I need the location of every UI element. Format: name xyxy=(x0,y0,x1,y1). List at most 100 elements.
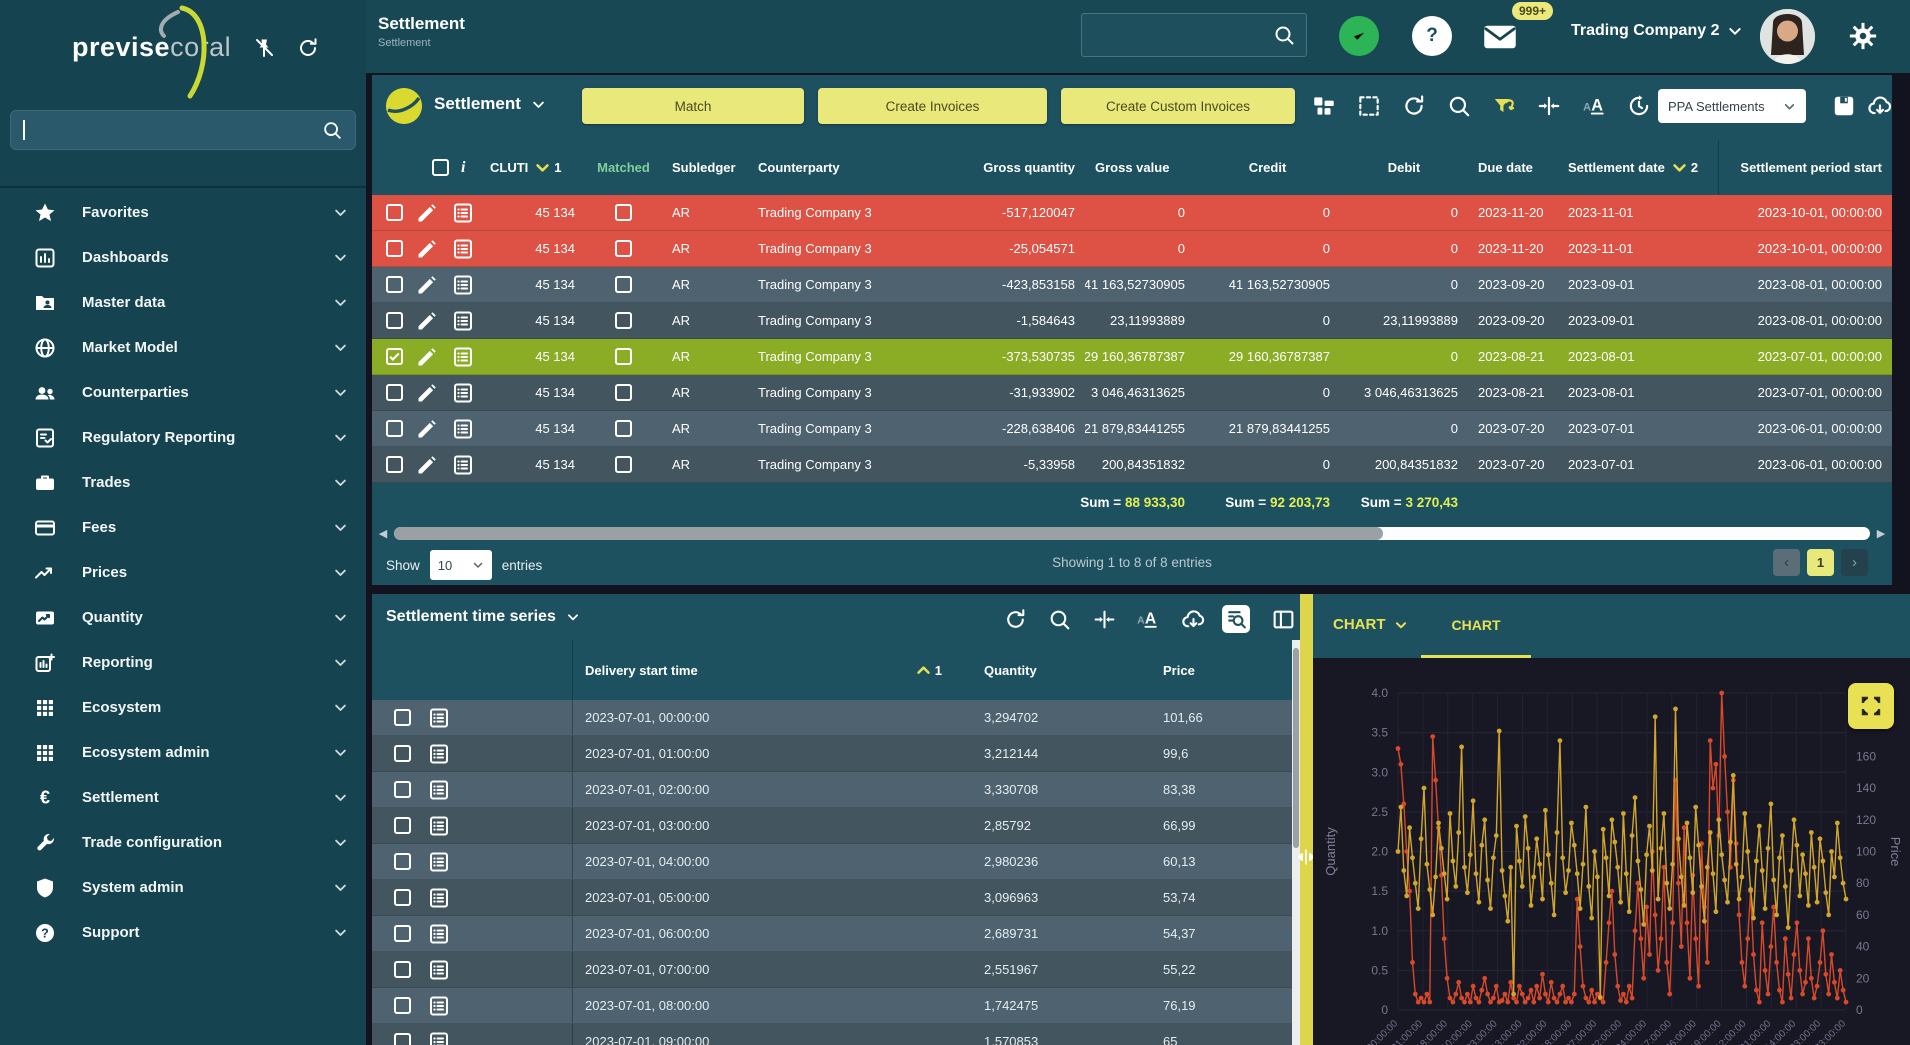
sidebar-item-quantity[interactable]: Quantity xyxy=(0,595,366,640)
row-checkbox[interactable] xyxy=(386,240,403,257)
row-checkbox[interactable] xyxy=(394,925,411,942)
details-icon[interactable] xyxy=(427,922,451,946)
current-page-button[interactable]: 1 xyxy=(1807,549,1834,576)
details-icon[interactable] xyxy=(427,814,451,838)
chart-tab[interactable]: CHART xyxy=(1421,594,1531,658)
edit-pencil-icon[interactable] xyxy=(415,453,439,477)
table-row[interactable]: 45 134ARTrading Company 3-373,53073529 1… xyxy=(372,339,1892,375)
sidebar-item-master-data[interactable]: Master data xyxy=(0,280,366,325)
font-size-icon[interactable]: AA xyxy=(1133,605,1161,633)
sidebar-item-favorites[interactable]: Favorites xyxy=(0,190,366,235)
chart-fullscreen-button[interactable] xyxy=(1848,683,1894,729)
matched-checkbox[interactable] xyxy=(615,204,632,221)
sidebar-item-system-admin[interactable]: System admin xyxy=(0,865,366,910)
edit-pencil-icon[interactable] xyxy=(415,201,439,225)
refresh-icon[interactable] xyxy=(1001,605,1029,633)
column-header-subledger[interactable]: Subledger xyxy=(662,140,748,195)
scrollbar-thumb[interactable] xyxy=(394,527,1383,540)
next-page-button[interactable]: › xyxy=(1841,549,1868,576)
timeseries-row[interactable]: 2023-07-01, 00:00:003,294702101,66 xyxy=(372,700,1300,736)
match-button[interactable]: Match xyxy=(582,88,804,124)
column-header-matched[interactable]: Matched xyxy=(585,140,662,195)
details-icon[interactable] xyxy=(427,850,451,874)
timeseries-row[interactable]: 2023-07-01, 02:00:003,33070883,38 xyxy=(372,772,1300,808)
help-button[interactable]: ? xyxy=(1412,16,1452,56)
row-checkbox[interactable] xyxy=(386,276,403,293)
matched-checkbox[interactable] xyxy=(615,420,632,437)
row-checkbox[interactable] xyxy=(394,817,411,834)
sidebar-item-ecosystem-admin[interactable]: Ecosystem admin xyxy=(0,730,366,775)
scrollbar-thumb[interactable] xyxy=(1293,648,1299,848)
column-header-gross_value[interactable]: Gross value xyxy=(1085,140,1195,195)
timeseries-row[interactable]: 2023-07-01, 08:00:001,74247576,19 xyxy=(372,988,1300,1024)
details-icon[interactable] xyxy=(451,453,475,477)
chart-type-dropdown[interactable]: CHART xyxy=(1333,616,1408,633)
sidebar-refresh-icon[interactable] xyxy=(296,36,320,60)
sort-indicator[interactable]: 1 xyxy=(534,159,561,176)
marquee-select-icon[interactable] xyxy=(1355,92,1383,120)
create-custom-invoices-button[interactable]: Create Custom Invoices xyxy=(1061,88,1295,124)
ts-column-header-price[interactable]: Price xyxy=(1102,640,1300,700)
column-header-debit[interactable]: Debit xyxy=(1340,140,1468,195)
sidebar-item-market-model[interactable]: Market Model xyxy=(0,325,366,370)
scroll-left-arrow[interactable]: ◀ xyxy=(372,527,394,540)
details-icon[interactable] xyxy=(451,309,475,333)
global-search-input[interactable] xyxy=(1081,13,1307,57)
sidebar-item-regulatory-reporting[interactable]: Regulatory Reporting xyxy=(0,415,366,460)
details-icon[interactable] xyxy=(451,381,475,405)
user-avatar[interactable] xyxy=(1760,9,1815,64)
row-checkbox[interactable] xyxy=(394,961,411,978)
details-icon[interactable] xyxy=(427,886,451,910)
edit-pencil-icon[interactable] xyxy=(415,237,439,261)
column-header-gross_quantity[interactable]: Gross quantity xyxy=(925,140,1085,195)
table-row[interactable]: 45 134ARTrading Company 3-228,63840621 8… xyxy=(372,411,1892,447)
row-checkbox[interactable] xyxy=(394,1033,411,1045)
select-all-checkbox[interactable] xyxy=(432,159,449,176)
header-select-all[interactable]: i xyxy=(372,140,480,195)
company-selector[interactable]: Trading Company 2 xyxy=(1571,22,1743,40)
edit-pencil-icon[interactable] xyxy=(415,309,439,333)
row-checkbox[interactable] xyxy=(386,456,403,473)
sidebar-search-input[interactable] xyxy=(10,110,356,150)
matched-checkbox[interactable] xyxy=(615,276,632,293)
timeseries-row[interactable]: 2023-07-01, 03:00:002,8579266,99 xyxy=(372,808,1300,844)
details-icon[interactable] xyxy=(451,273,475,297)
edit-pencil-icon[interactable] xyxy=(415,417,439,441)
matched-checkbox[interactable] xyxy=(615,456,632,473)
columns-icon[interactable] xyxy=(1310,92,1338,120)
sidebar-item-dashboards[interactable]: Dashboards xyxy=(0,235,366,280)
sidebar-item-settlement[interactable]: €Settlement xyxy=(0,775,366,820)
row-checkbox[interactable] xyxy=(394,709,411,726)
timeseries-title-dropdown[interactable]: Settlement time series xyxy=(386,608,580,626)
timeseries-row[interactable]: 2023-07-01, 04:00:002,98023660,13 xyxy=(372,844,1300,880)
matched-checkbox[interactable] xyxy=(615,312,632,329)
row-checkbox[interactable] xyxy=(386,384,403,401)
matched-checkbox[interactable] xyxy=(615,384,632,401)
sidebar-item-trades[interactable]: Trades xyxy=(0,460,366,505)
edit-pencil-icon[interactable] xyxy=(415,381,439,405)
mail-icon[interactable] xyxy=(1482,22,1518,52)
sidebar-item-counterparties[interactable]: Counterparties xyxy=(0,370,366,415)
row-checkbox[interactable] xyxy=(394,889,411,906)
ts-column-header-quantity[interactable]: Quantity xyxy=(952,640,1102,700)
column-header-period_start[interactable]: Settlement period start xyxy=(1718,140,1892,195)
table-row[interactable]: 45 134ARTrading Company 3-1,58464323,119… xyxy=(372,303,1892,339)
timeseries-row[interactable]: 2023-07-01, 06:00:002,68973154,37 xyxy=(372,916,1300,952)
layout-columns-icon[interactable] xyxy=(1269,605,1297,633)
row-checkbox[interactable] xyxy=(386,420,403,437)
scroll-right-arrow[interactable]: ▶ xyxy=(1870,527,1892,540)
details-icon[interactable] xyxy=(451,201,475,225)
matched-checkbox[interactable] xyxy=(615,240,632,257)
font-size-icon[interactable]: AA xyxy=(1580,92,1608,120)
timeseries-row[interactable]: 2023-07-01, 09:00:001,57085365 xyxy=(372,1024,1300,1045)
details-icon[interactable] xyxy=(427,742,451,766)
details-icon[interactable] xyxy=(451,237,475,261)
details-icon[interactable] xyxy=(427,958,451,982)
column-header-due_date[interactable]: Due date xyxy=(1468,140,1558,195)
fit-columns-icon[interactable] xyxy=(1090,605,1118,633)
timeseries-row[interactable]: 2023-07-01, 01:00:003,21214499,6 xyxy=(372,736,1300,772)
details-icon[interactable] xyxy=(427,994,451,1018)
scrollbar-track[interactable] xyxy=(394,527,1870,540)
details-icon[interactable] xyxy=(427,1030,451,1045)
details-icon[interactable] xyxy=(451,345,475,369)
